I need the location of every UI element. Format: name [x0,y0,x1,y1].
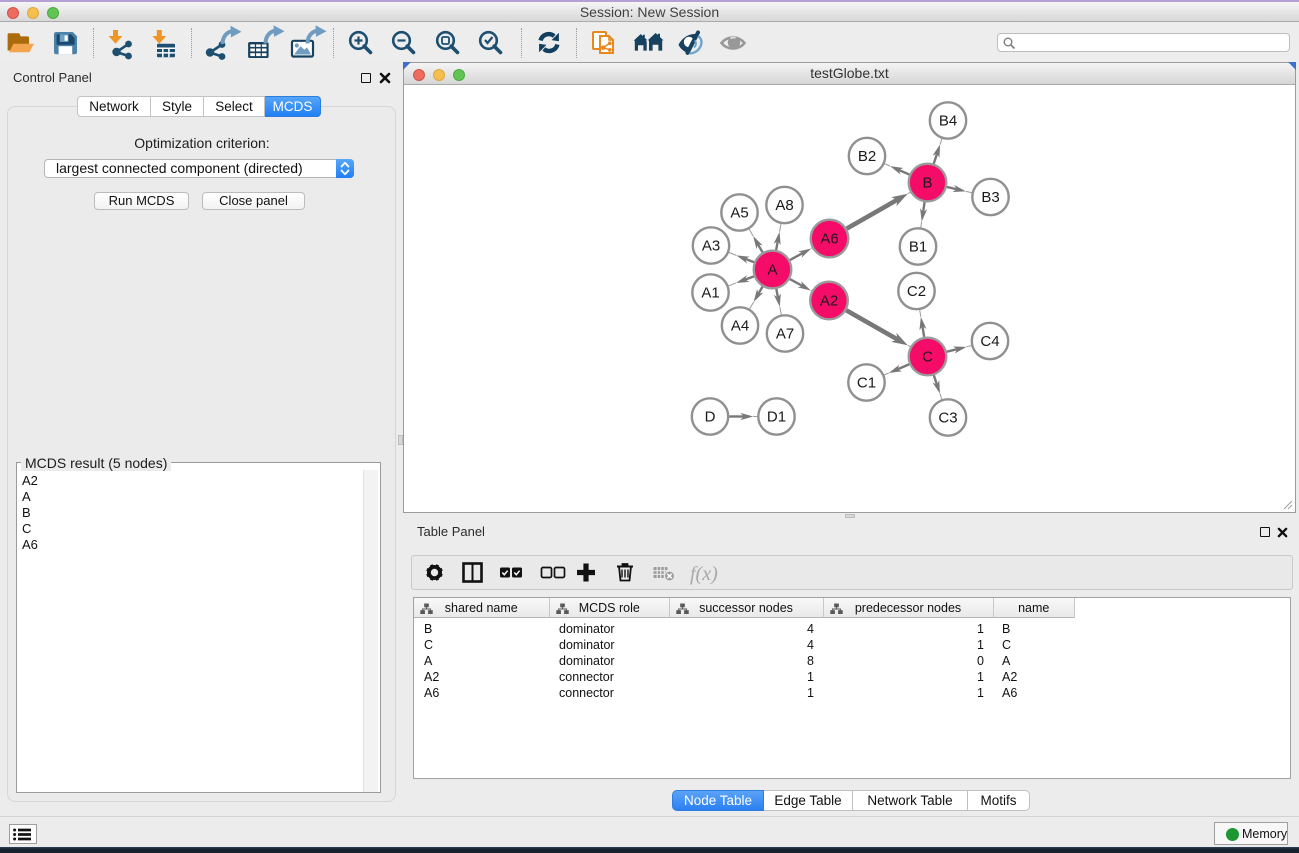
svg-text:C4: C4 [980,333,999,350]
svg-text:B: B [922,175,932,192]
svg-text:C: C [922,349,933,366]
svg-text:A8: A8 [775,197,793,214]
svg-text:A: A [767,262,777,279]
svg-text:C3: C3 [938,410,957,427]
svg-text:A4: A4 [731,318,749,335]
svg-text:f(x): f(x) [690,563,718,585]
svg-text:A7: A7 [776,326,794,343]
svg-text:A1: A1 [701,285,719,302]
svg-text:C2: C2 [907,283,926,300]
svg-text:B2: B2 [858,148,876,165]
svg-text:D1: D1 [767,409,786,426]
svg-text:B3: B3 [981,189,999,206]
svg-text:C1: C1 [857,375,876,392]
svg-text:B1: B1 [909,239,927,256]
svg-text:A6: A6 [820,231,838,248]
svg-text:A3: A3 [702,238,720,255]
svg-text:B4: B4 [939,113,957,130]
svg-text:A2: A2 [820,293,838,310]
svg-text:A5: A5 [730,205,748,222]
svg-text:D: D [705,409,716,426]
